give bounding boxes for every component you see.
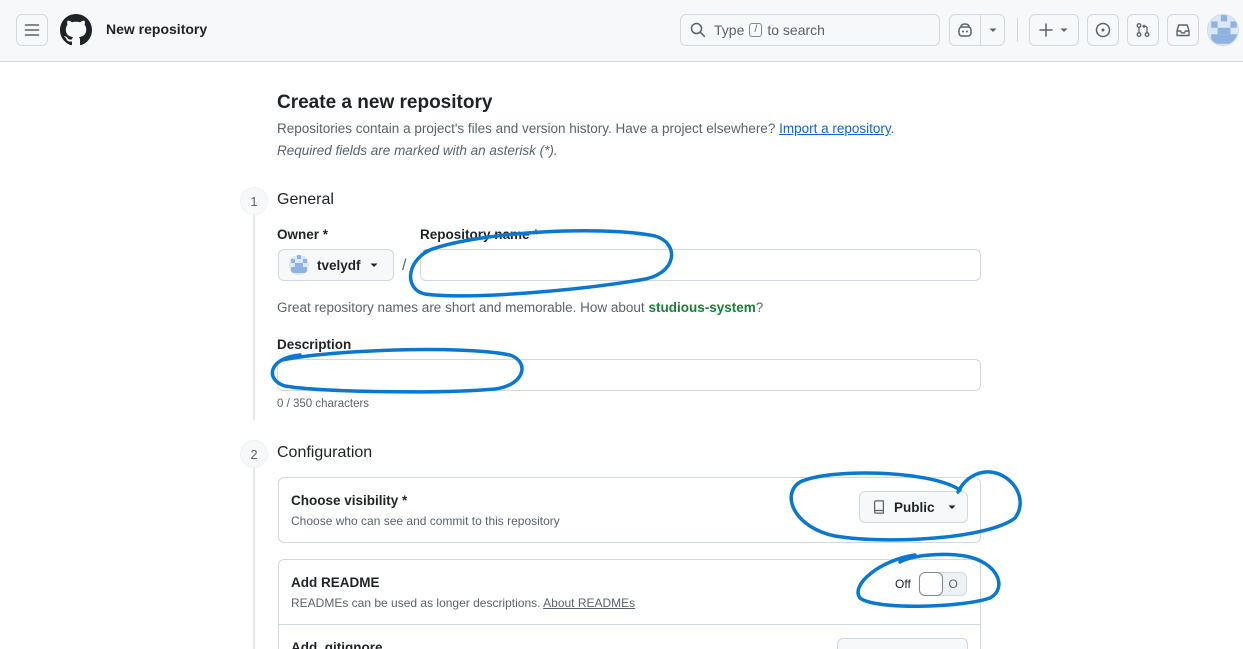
avatar-identicon-icon — [1208, 15, 1238, 45]
name-suggestion[interactable]: studious-system — [648, 300, 755, 315]
description-input[interactable] — [277, 359, 981, 391]
github-logo-icon[interactable] — [60, 14, 92, 46]
inbox-button[interactable] — [1167, 14, 1199, 46]
toggle-knob — [918, 572, 943, 596]
hamburger-icon — [24, 24, 40, 36]
search-suffix: to search — [767, 22, 825, 38]
search-icon — [690, 22, 706, 38]
owner-value: tvelydf — [317, 257, 361, 273]
issues-button[interactable] — [1087, 14, 1119, 46]
step-number-general: 1 — [240, 187, 268, 215]
gitignore-select-button[interactable]: No .gitignore — [837, 638, 968, 649]
create-new-button[interactable] — [1029, 14, 1079, 46]
step-connector — [253, 215, 255, 420]
chevron-down-icon — [370, 263, 378, 267]
search-prefix: Type — [714, 22, 745, 38]
hint-text: Great repository names are short and mem… — [277, 300, 645, 315]
owner-avatar — [289, 255, 309, 275]
visibility-select-button[interactable]: Public — [859, 491, 968, 523]
repository-name-label: Repository name * — [420, 227, 539, 242]
repo-icon — [874, 500, 884, 514]
repository-name-hint: Great repository names are short and mem… — [277, 300, 763, 315]
panel-divider — [279, 624, 980, 625]
about-readmes-link[interactable]: About READMEs — [543, 596, 635, 610]
inbox-icon — [1176, 24, 1190, 37]
copilot-button[interactable] — [950, 15, 981, 45]
visibility-title: Choose visibility * — [291, 493, 408, 508]
issue-circle-icon — [1095, 22, 1111, 38]
owner-repo-separator: / — [402, 257, 407, 274]
toggle-off-icon: O — [948, 577, 958, 591]
description-label: Description — [277, 337, 352, 352]
user-avatar[interactable] — [1207, 14, 1239, 46]
chevron-down-icon — [1060, 28, 1068, 32]
search-shortcut-key: / — [749, 23, 763, 37]
step-connector — [253, 468, 255, 649]
hint-suffix: ? — [755, 300, 764, 315]
top-bar: New repository Type / to search — [0, 0, 1243, 62]
avatar-identicon-icon — [289, 255, 309, 275]
page-title[interactable]: New repository — [106, 21, 207, 37]
owner-select[interactable]: tvelydf — [278, 249, 394, 281]
copilot-dropdown-button[interactable] — [981, 15, 1004, 45]
chevron-down-icon — [989, 28, 996, 32]
readme-description: READMEs can be used as longer descriptio… — [291, 596, 635, 610]
readme-description-text: READMEs can be used as longer descriptio… — [291, 596, 541, 610]
intro-lead: Repositories contain a project's files a… — [277, 121, 894, 136]
page-heading: Create a new repository — [277, 92, 493, 113]
visibility-panel: Choose visibility * Choose who can see a… — [278, 477, 981, 543]
gitignore-title: Add .gitignore — [291, 640, 383, 649]
readme-toggle[interactable]: O — [918, 572, 967, 596]
readme-title: Add README — [291, 575, 380, 590]
menu-button[interactable] — [16, 14, 48, 46]
chevron-down-icon — [948, 505, 956, 509]
plus-icon — [1039, 23, 1053, 37]
intro-period: . — [890, 121, 895, 136]
readme-toggle-state: Off — [895, 577, 911, 591]
step-number-configuration: 2 — [240, 440, 268, 468]
copilot-button-group — [949, 14, 1005, 46]
visibility-description: Choose who can see and commit to this re… — [291, 514, 560, 528]
required-note: Required fields are marked with an aster… — [277, 143, 558, 158]
annotation-overlay — [270, 229, 1022, 608]
visibility-value: Public — [894, 499, 935, 515]
search-input[interactable]: Type / to search — [680, 14, 940, 46]
section-title-general: General — [277, 191, 334, 208]
intro-lead-text: Repositories contain a project's files a… — [277, 121, 776, 136]
section-title-configuration: Configuration — [277, 444, 373, 461]
pull-requests-button[interactable] — [1127, 14, 1159, 46]
pull-request-icon — [1136, 23, 1150, 37]
repository-name-input[interactable] — [420, 249, 981, 281]
copilot-icon — [958, 23, 972, 37]
header-divider — [1017, 18, 1018, 42]
import-repository-link[interactable]: Import a repository — [779, 121, 891, 136]
readme-toggle-group: Off O — [895, 572, 967, 596]
owner-label: Owner * — [277, 227, 329, 242]
character-count: 0 / 350 characters — [277, 398, 370, 410]
readme-panel: Add README READMEs can be used as longer… — [278, 559, 981, 649]
